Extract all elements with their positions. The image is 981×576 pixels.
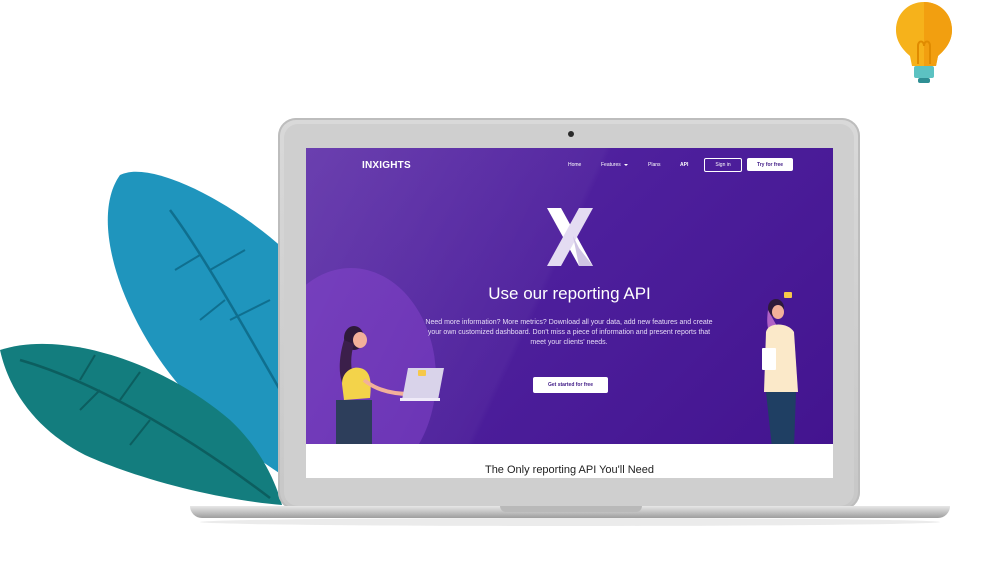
laptop-screen: INXIGHTS Home Features Plans API Sign in… bbox=[306, 148, 833, 478]
leaves-decoration bbox=[0, 171, 291, 505]
woman-with-laptop-illustration bbox=[336, 326, 444, 444]
section-title: The Only reporting API You'll Need bbox=[484, 464, 655, 476]
try-for-free-button[interactable]: Try for free bbox=[747, 158, 793, 171]
nav-link-plans[interactable]: Plans bbox=[648, 162, 661, 168]
nav-link-features[interactable]: Features bbox=[601, 162, 628, 168]
caret-down-icon bbox=[623, 164, 628, 166]
sign-in-button[interactable]: Sign in bbox=[704, 158, 742, 172]
hero-section: INXIGHTS Home Features Plans API Sign in… bbox=[306, 148, 833, 444]
nav-link-api[interactable]: API bbox=[680, 162, 688, 168]
lightbulb-icon bbox=[896, 2, 952, 83]
hero-description: Need more information? More metrics? Dow… bbox=[425, 319, 713, 346]
laptop-shadow bbox=[200, 518, 940, 526]
laptop-base-notch bbox=[500, 506, 642, 512]
webcam-icon bbox=[568, 131, 574, 137]
x-logo-icon bbox=[547, 208, 593, 266]
nav-link-home[interactable]: Home bbox=[568, 162, 581, 168]
woman-with-document-illustration bbox=[762, 292, 798, 444]
get-started-button[interactable]: Get started for free bbox=[533, 377, 608, 393]
top-nav: Home Features Plans API Sign in Try for … bbox=[306, 158, 833, 174]
nav-link-features-label: Features bbox=[601, 162, 621, 168]
